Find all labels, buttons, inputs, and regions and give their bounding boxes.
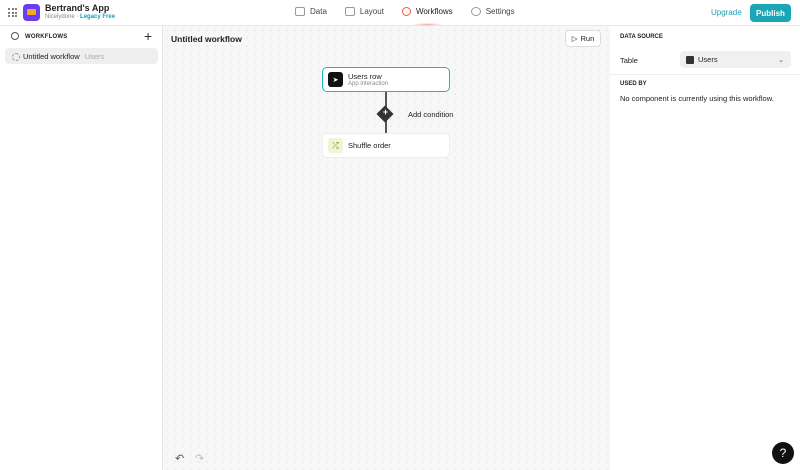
table-value: Users (698, 55, 718, 64)
sidebar-title: WORKFLOWS (25, 34, 68, 40)
app-name[interactable]: Bertrand's App (45, 3, 109, 13)
trigger-subtitle: App interaction (348, 81, 389, 87)
tab-workflows[interactable]: Workflows (401, 7, 453, 26)
tab-label: Data (310, 7, 327, 16)
top-bar: Bertrand's App Nicelydone · Legacy Free … (0, 0, 800, 26)
table-label: Table (620, 56, 638, 65)
divider (610, 74, 800, 75)
run-label: Run (580, 34, 595, 43)
pointer-click-icon: ➤ (328, 72, 343, 87)
table-select[interactable]: Users ⌄ (680, 51, 791, 68)
play-icon: ▷ (571, 34, 578, 43)
used-by-heading: USED BY (620, 81, 647, 87)
help-button[interactable]: ? (772, 442, 794, 464)
tab-layout[interactable]: Layout (344, 7, 384, 16)
plan-badge[interactable]: Legacy Free (80, 14, 115, 20)
workflow-title[interactable]: Untitled workflow (171, 34, 242, 44)
workflow-canvas[interactable]: Untitled workflow ▷ Run ➤ Users row App int… (163, 26, 610, 470)
action-node[interactable]: ⤮ Shuffle order (322, 133, 450, 158)
upgrade-link[interactable]: Upgrade (711, 8, 742, 17)
app-logo (23, 4, 40, 21)
trigger-title: Users row (348, 72, 382, 81)
workflow-source: Users (84, 51, 105, 61)
publish-button[interactable]: Publish (750, 4, 791, 22)
main-nav: Data Layout Workflows Settings (295, 7, 515, 26)
add-condition-label[interactable]: Add condition (408, 110, 453, 119)
data-source-heading: DATA SOURCE (620, 34, 663, 40)
action-title: Shuffle order (348, 141, 391, 150)
workflow-icon (401, 7, 411, 16)
apps-grid-icon[interactable] (8, 8, 17, 17)
tab-label: Layout (359, 7, 384, 16)
layout-icon (344, 7, 355, 16)
workflow-name: Untitled workflow (23, 51, 80, 61)
plus-icon: + (382, 107, 389, 117)
trigger-node[interactable]: ➤ Users row App interaction (322, 67, 450, 92)
workflow-list-item[interactable]: Untitled workflow Users (5, 48, 158, 64)
table-icon (295, 7, 305, 16)
app-org: Nicelydone · Legacy Free (45, 14, 116, 20)
workflows-sidebar: WORKFLOWS + Untitled workflow Users (0, 26, 163, 470)
org-name: Nicelydone (45, 14, 75, 20)
tab-data[interactable]: Data (295, 7, 327, 16)
gear-icon (470, 7, 481, 16)
tab-label: Settings (485, 7, 515, 16)
add-workflow-button[interactable]: + (144, 28, 152, 44)
tab-label: Workflows (415, 7, 453, 16)
undo-icon[interactable]: ↶ (175, 452, 184, 465)
run-button[interactable]: ▷ Run (565, 30, 601, 47)
properties-panel: DATA SOURCE Table Users ⌄ USED BY No comp… (610, 26, 800, 470)
search-icon[interactable] (11, 32, 19, 40)
shuffle-icon: ⤮ (328, 138, 343, 153)
chevron-down-icon: ⌄ (778, 56, 784, 64)
used-by-text: No component is currently using this wor… (620, 94, 774, 103)
table-icon (686, 55, 694, 64)
redo-icon[interactable]: ↷ (195, 452, 204, 465)
tab-settings[interactable]: Settings (470, 7, 515, 16)
